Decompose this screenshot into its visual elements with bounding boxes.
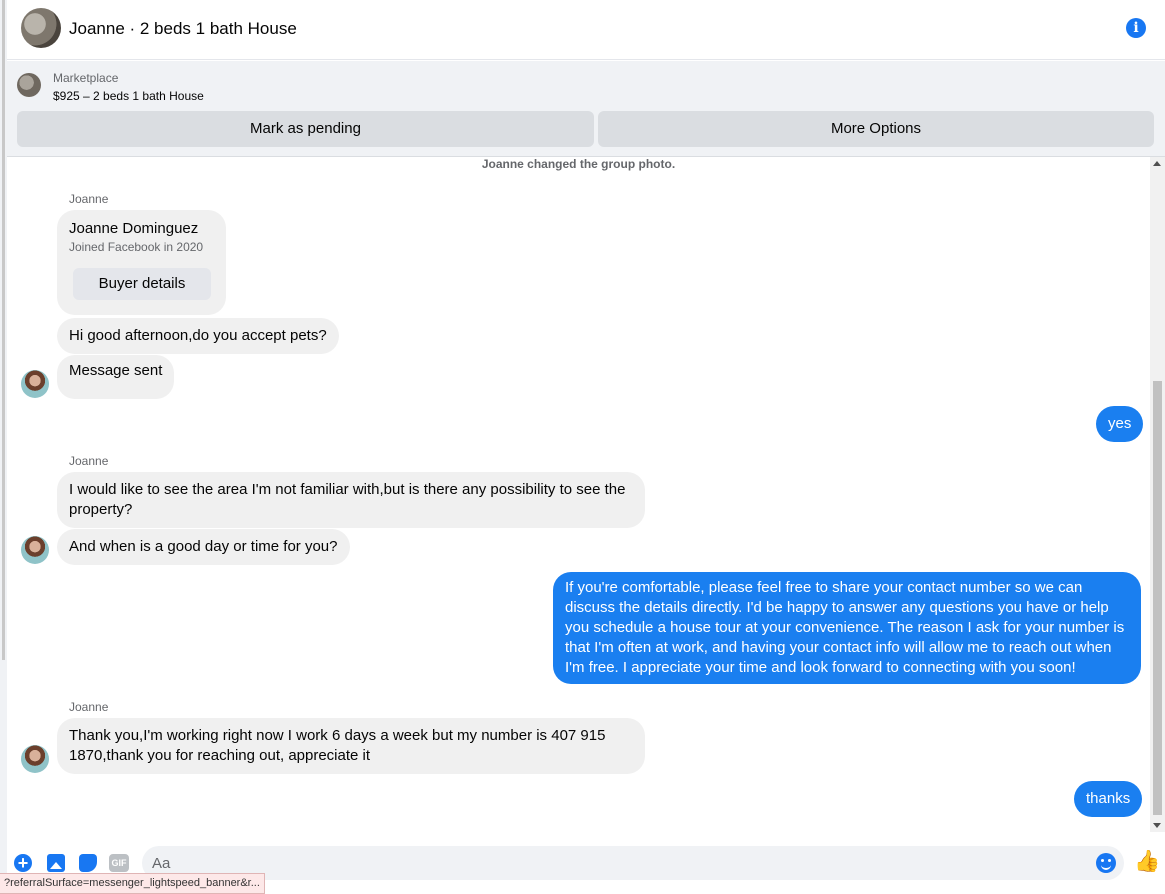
group-avatar[interactable] <box>21 8 61 48</box>
listing-thumbnail[interactable] <box>17 73 41 97</box>
buyer-name: Joanne Dominguez <box>69 220 199 237</box>
message-bubble-incoming[interactable]: I would like to see the area I'm not fam… <box>57 472 645 528</box>
left-scroll-track <box>2 0 5 660</box>
marketplace-banner: Marketplace $925 – 2 beds 1 bath House M… <box>7 61 1165 157</box>
message-bubble-incoming[interactable]: And when is a good day or time for you? <box>57 529 350 565</box>
sender-avatar[interactable] <box>21 745 49 773</box>
thumbs-up-icon[interactable]: 👍 <box>1134 851 1160 873</box>
message-bubble-outgoing[interactable]: If you're comfortable, please feel free … <box>553 572 1141 684</box>
buyer-details-button[interactable]: Buyer details <box>73 268 211 300</box>
scroll-down-arrow-icon[interactable] <box>1153 823 1161 828</box>
sender-name: Joanne <box>69 192 109 206</box>
message-bubble-incoming[interactable]: Hi good afternoon,do you accept pets? <box>57 318 339 354</box>
system-message: Joanne changed the group photo. <box>481 157 676 171</box>
emoji-icon[interactable] <box>1096 853 1116 873</box>
conversation-title[interactable]: Joanne · 2 beds 1 bath House <box>69 19 297 39</box>
mark-as-pending-button[interactable]: Mark as pending <box>17 111 594 147</box>
sticker-icon[interactable] <box>79 854 97 872</box>
message-bubble-incoming[interactable]: Thank you,I'm working right now I work 6… <box>57 718 645 774</box>
message-bubble-outgoing[interactable]: thanks <box>1074 781 1143 817</box>
plus-icon[interactable]: + <box>14 854 32 872</box>
more-options-button[interactable]: More Options <box>598 111 1154 147</box>
sender-name: Joanne <box>69 454 109 468</box>
sender-avatar[interactable] <box>21 536 49 564</box>
gif-icon[interactable]: GIF <box>109 854 129 872</box>
sender-avatar[interactable] <box>21 370 49 398</box>
sender-name: Joanne <box>69 700 109 714</box>
buyer-joined-date: Joined Facebook in 2020 <box>69 240 204 254</box>
message-list: Joanne changed the group photo. Joanne J… <box>7 157 1165 837</box>
scrollbar-thumb[interactable] <box>1153 381 1162 815</box>
buyer-profile-card: Joanne Dominguez Joined Facebook in 2020… <box>57 210 226 315</box>
scroll-up-arrow-icon[interactable] <box>1153 161 1161 166</box>
photo-icon[interactable] <box>47 854 65 872</box>
left-edge-panel <box>0 0 7 894</box>
chat-scrollbar[interactable] <box>1150 157 1165 832</box>
listing-title[interactable]: $925 – 2 beds 1 bath House <box>53 89 204 103</box>
marketplace-label: Marketplace <box>53 71 119 85</box>
conversation-header: Joanne · 2 beds 1 bath House i <box>7 0 1165 60</box>
info-icon[interactable]: i <box>1126 18 1146 38</box>
message-input[interactable] <box>142 846 1124 880</box>
message-bubble-outgoing[interactable]: yes <box>1096 406 1144 442</box>
status-bar-url: ?referralSurface=messenger_lightspeed_ba… <box>0 873 265 894</box>
message-bubble-incoming[interactable]: Message sent <box>57 355 175 399</box>
